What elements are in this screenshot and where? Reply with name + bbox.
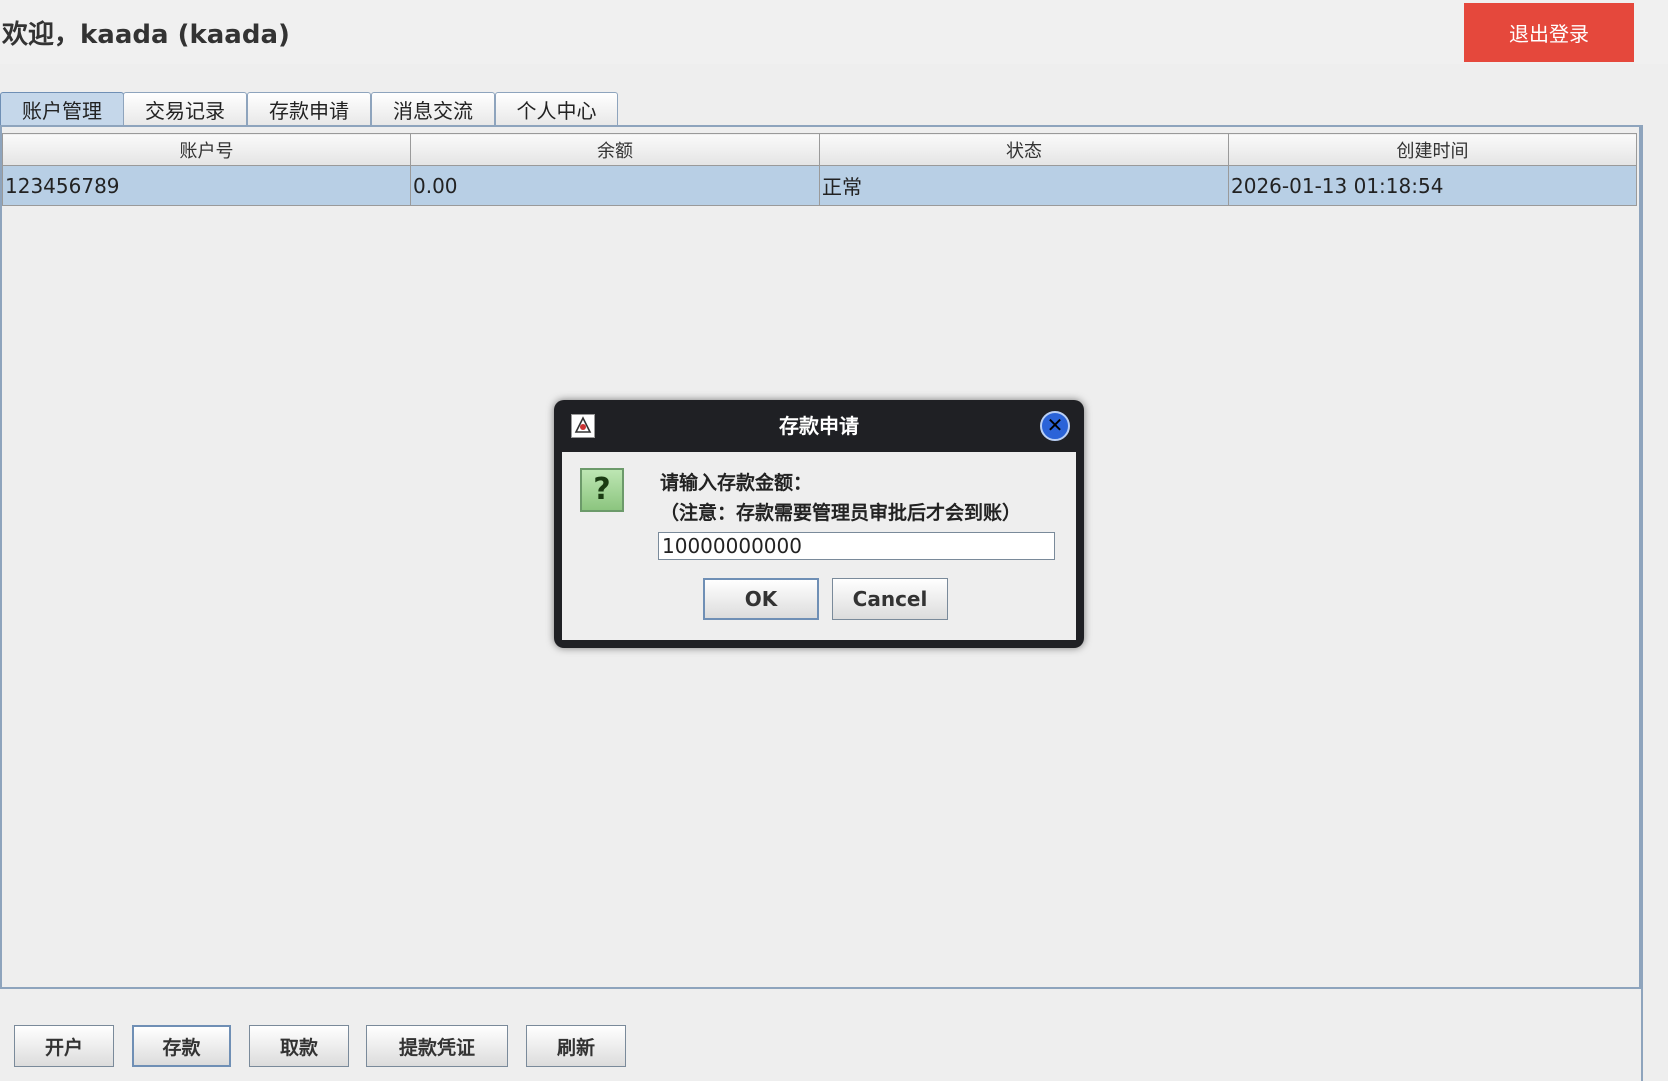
welcome-text: 欢迎，kaada (kaada) [2, 20, 290, 50]
tab-personal-center[interactable]: 个人中心 [495, 92, 618, 125]
column-header-account[interactable]: 账户号 [2, 133, 411, 166]
header-bar: 欢迎，kaada (kaada) 退出登录 [0, 0, 1668, 64]
column-header-status[interactable]: 状态 [819, 133, 1229, 166]
open-account-button[interactable]: 开户 [14, 1025, 114, 1067]
cell-created-time[interactable]: 2026-01-13 01:18:54 [1228, 165, 1637, 206]
accounts-table: 账户号 余额 状态 创建时间 123456789 0.00 正常 2026-01… [2, 133, 1637, 206]
dialog-body: ? 请输入存款金额： （注意：存款需要管理员审批后才会到账） OK Cancel [562, 452, 1076, 640]
dialog-note: （注意：存款需要管理员审批后才会到账） [660, 502, 1022, 524]
deposit-button[interactable]: 存款 [132, 1025, 231, 1067]
table-header-row: 账户号 余额 状态 创建时间 [2, 133, 1637, 166]
close-icon[interactable]: ✕ [1040, 411, 1070, 441]
question-icon: ? [580, 468, 624, 512]
deposit-amount-input[interactable] [658, 532, 1055, 560]
cell-status[interactable]: 正常 [819, 165, 1229, 206]
deposit-dialog: 存款申请 ✕ ? 请输入存款金额： （注意：存款需要管理员审批后才会到账） OK… [554, 400, 1084, 648]
ok-button[interactable]: OK [703, 578, 819, 620]
panel-right-border [1641, 125, 1643, 1081]
withdrawal-voucher-button[interactable]: 提款凭证 [366, 1025, 508, 1067]
column-header-created[interactable]: 创建时间 [1228, 133, 1637, 166]
withdraw-button[interactable]: 取款 [249, 1025, 349, 1067]
tab-account-management[interactable]: 账户管理 [0, 92, 124, 125]
table-row[interactable]: 123456789 0.00 正常 2026-01-13 01:18:54 [2, 165, 1637, 206]
column-header-balance[interactable]: 余额 [410, 133, 820, 166]
cell-balance[interactable]: 0.00 [410, 165, 820, 206]
dialog-title: 存款申请 [779, 414, 859, 438]
tab-messages[interactable]: 消息交流 [371, 92, 495, 125]
tab-transaction-records[interactable]: 交易记录 [123, 92, 247, 125]
dialog-prompt: 请输入存款金额： [660, 472, 813, 494]
action-button-bar: 开户 存款 取款 提款凭证 刷新 [0, 1025, 1641, 1069]
cell-account-number[interactable]: 123456789 [2, 165, 411, 206]
refresh-button[interactable]: 刷新 [526, 1025, 626, 1067]
tab-deposit-requests[interactable]: 存款申请 [247, 92, 371, 125]
logout-button[interactable]: 退出登录 [1464, 3, 1634, 62]
cancel-button[interactable]: Cancel [832, 578, 948, 620]
